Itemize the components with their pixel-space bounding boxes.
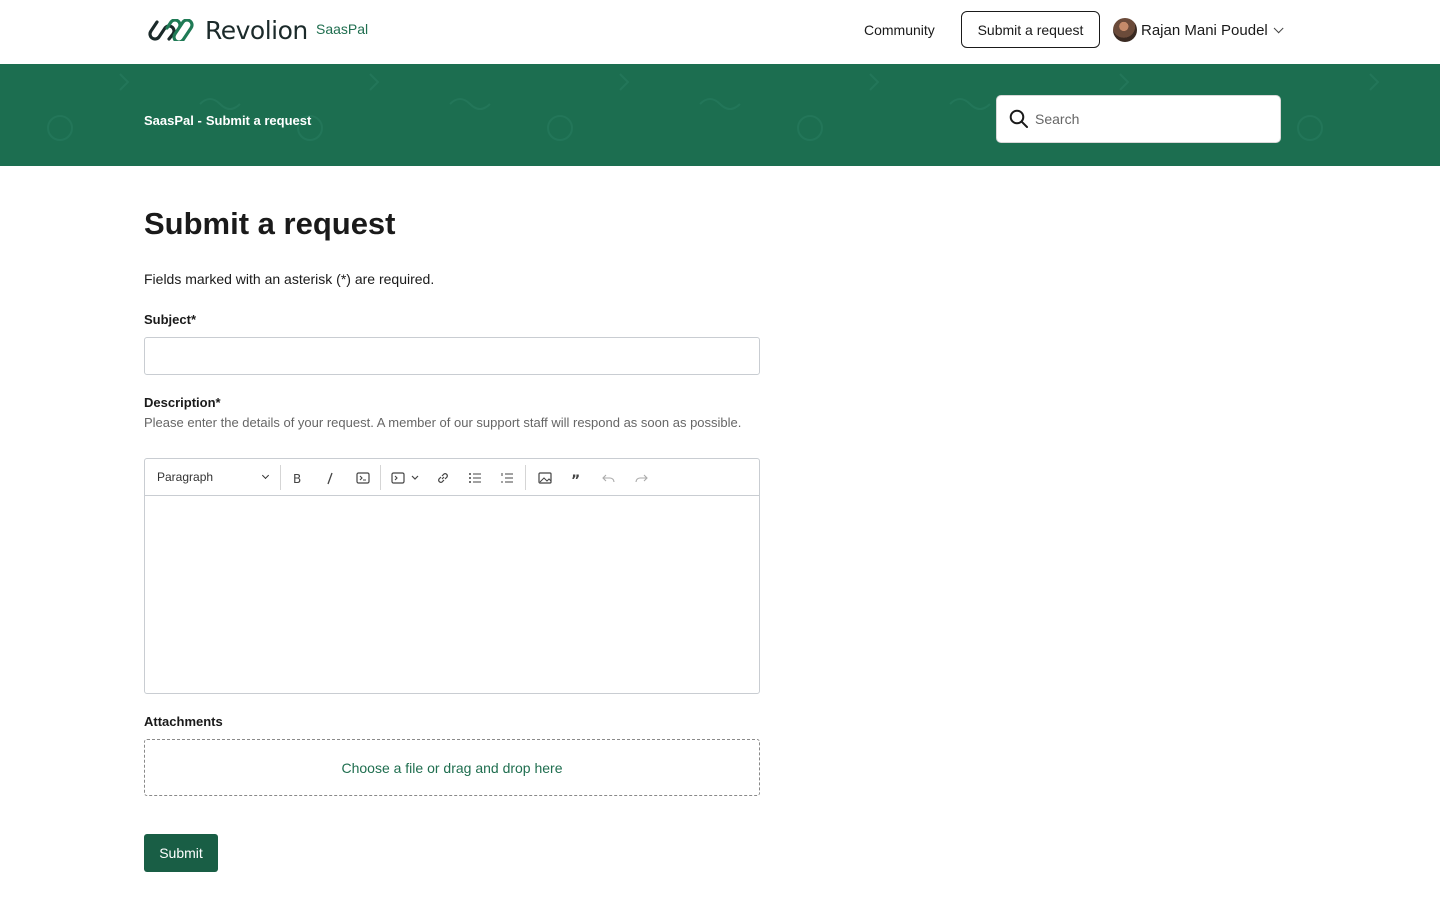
- submit-request-button[interactable]: Submit a request: [961, 11, 1100, 48]
- editor-toolbar: Paragraph B ”: [145, 459, 759, 496]
- breadcrumb-item-saaspal[interactable]: SaasPal -: [144, 113, 202, 128]
- code-block-chevron-icon[interactable]: [410, 468, 420, 488]
- description-hint: Please enter the details of your request…: [144, 415, 742, 430]
- subject-field[interactable]: [144, 337, 760, 375]
- toolbar-divider: [525, 465, 526, 490]
- code-icon[interactable]: [353, 468, 373, 488]
- community-link[interactable]: Community: [864, 22, 935, 38]
- image-icon[interactable]: [535, 468, 555, 488]
- user-menu[interactable]: Rajan Mani Poudel: [1113, 18, 1284, 42]
- search-input[interactable]: [1035, 111, 1255, 127]
- user-name: Rajan Mani Poudel: [1141, 21, 1268, 39]
- description-label: Description*: [144, 395, 221, 410]
- breadcrumb-item-current[interactable]: Submit a request: [206, 113, 311, 128]
- bold-icon[interactable]: B: [288, 468, 308, 488]
- attachment-dropzone[interactable]: Choose a file or drag and drop here: [144, 739, 760, 796]
- required-fields-note: Fields marked with an asterisk (*) are r…: [144, 271, 435, 287]
- top-header: Revolion SaasPal Community Submit a requ…: [0, 0, 1440, 64]
- quote-icon[interactable]: ”: [567, 468, 587, 488]
- toolbar-divider: [280, 465, 281, 490]
- chevron-down-icon[interactable]: [261, 471, 270, 480]
- logo-text: Revolion: [205, 15, 308, 45]
- search-box[interactable]: [996, 95, 1281, 143]
- submit-button[interactable]: Submit: [144, 834, 218, 872]
- link-icon[interactable]: [433, 468, 453, 488]
- subject-label: Subject*: [144, 312, 197, 327]
- revolion-logo[interactable]: Revolion: [147, 14, 308, 46]
- page-title: Submit a request: [144, 206, 396, 241]
- chevron-down-icon: [1273, 22, 1284, 33]
- revolion-logo-icon: [148, 19, 194, 41]
- description-textarea[interactable]: [145, 496, 759, 693]
- numbered-list-icon[interactable]: [497, 468, 517, 488]
- svg-text:B: B: [293, 472, 301, 485]
- toolbar-divider: [380, 465, 381, 490]
- hero-banner: SaasPal - Submit a request: [0, 64, 1440, 166]
- italic-icon[interactable]: [320, 468, 340, 488]
- redo-icon[interactable]: [631, 468, 651, 488]
- svg-text:”: ”: [571, 473, 580, 483]
- avatar: [1113, 18, 1137, 42]
- search-icon: [1009, 109, 1028, 128]
- bulleted-list-icon[interactable]: [465, 468, 485, 488]
- code-block-icon[interactable]: [388, 468, 408, 488]
- block-format-select[interactable]: Paragraph: [157, 470, 213, 484]
- breadcrumb: SaasPal - Submit a request: [144, 113, 311, 128]
- attachments-label: Attachments: [144, 714, 223, 729]
- brand-link-saaspal[interactable]: SaasPal: [316, 21, 368, 37]
- dropzone-text[interactable]: Choose a file or drag and drop here: [341, 760, 562, 776]
- undo-icon[interactable]: [599, 468, 619, 488]
- description-editor: Paragraph B ”: [144, 458, 760, 694]
